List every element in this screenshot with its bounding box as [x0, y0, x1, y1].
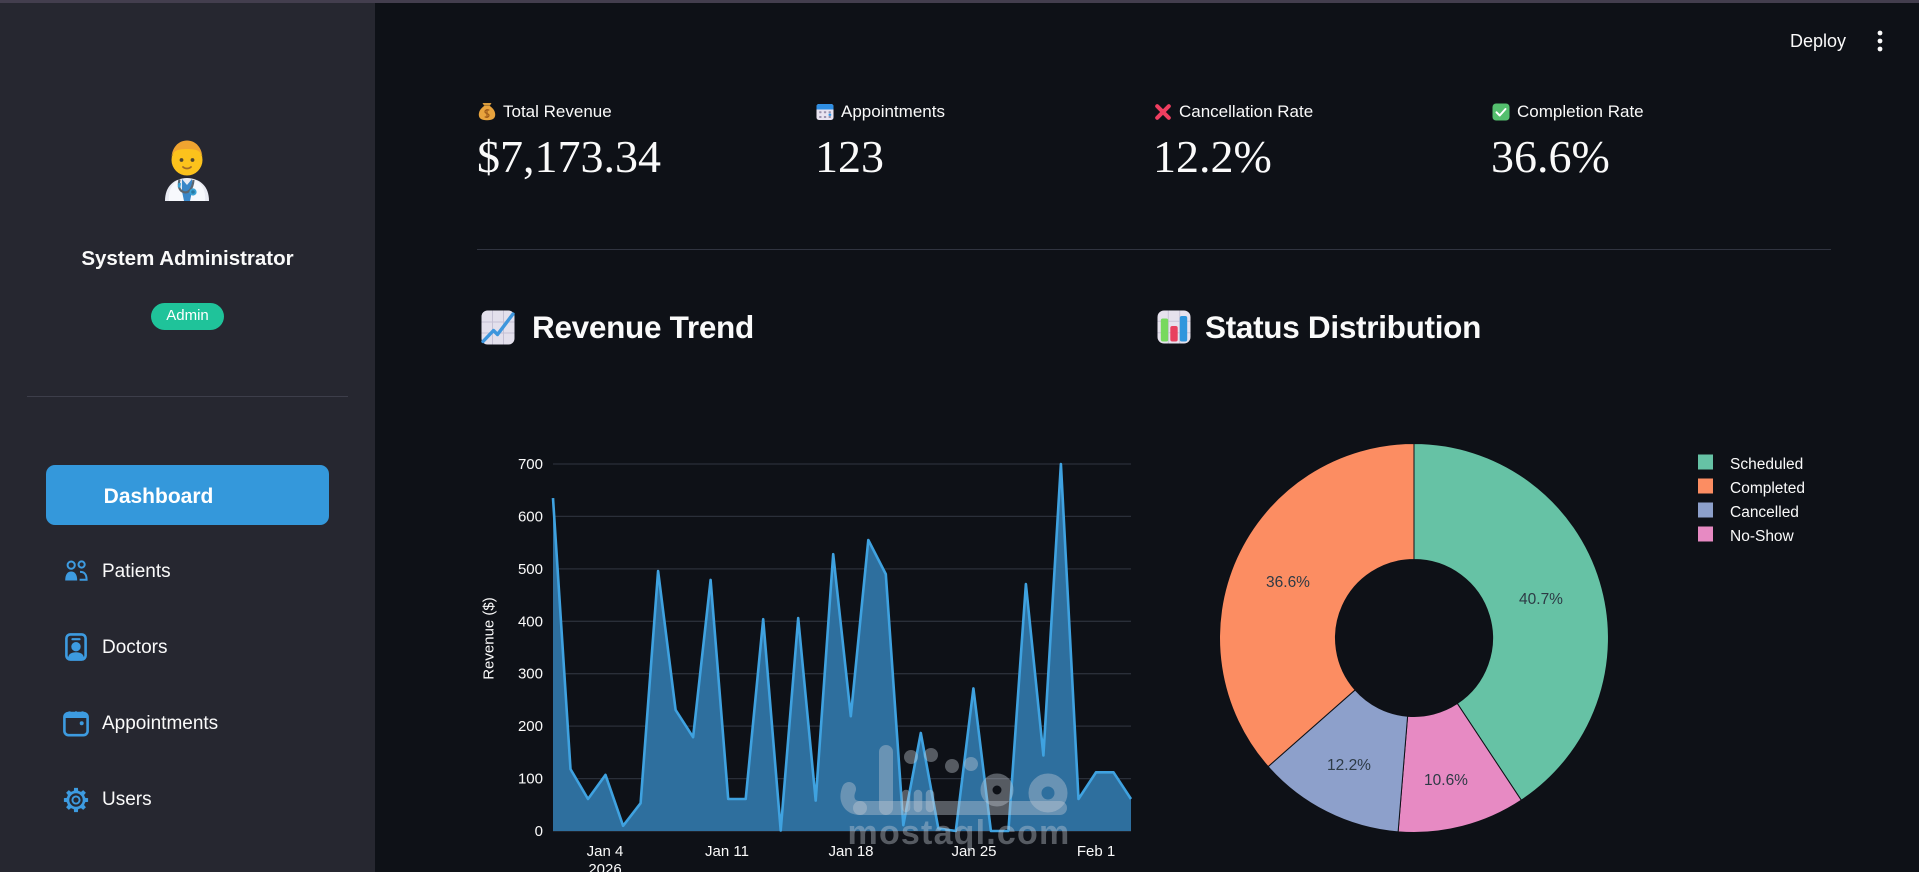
svg-text:200: 200: [518, 718, 543, 735]
svg-text:12.2%: 12.2%: [1327, 757, 1371, 774]
svg-text:Cancelled: Cancelled: [1730, 504, 1799, 521]
svg-text:Jan 11: Jan 11: [705, 843, 749, 860]
svg-text:2026: 2026: [588, 861, 621, 872]
svg-text:300: 300: [518, 666, 543, 683]
svg-text:100: 100: [518, 771, 543, 788]
svg-text:Completed: Completed: [1730, 480, 1805, 497]
svg-text:40.7%: 40.7%: [1519, 591, 1563, 608]
svg-text:mostaql.com: mostaql.com: [848, 814, 1071, 852]
svg-text:36.6%: 36.6%: [1266, 574, 1310, 591]
svg-text:700: 700: [518, 456, 543, 473]
svg-text:10.6%: 10.6%: [1424, 772, 1468, 789]
svg-text:No-Show: No-Show: [1730, 528, 1795, 545]
svg-text:Jan 4: Jan 4: [587, 843, 624, 860]
svg-text:500: 500: [518, 561, 543, 578]
svg-text:600: 600: [518, 508, 543, 525]
svg-text:Scheduled: Scheduled: [1730, 456, 1803, 473]
svg-text:400: 400: [518, 613, 543, 630]
svg-text:0: 0: [535, 823, 543, 840]
